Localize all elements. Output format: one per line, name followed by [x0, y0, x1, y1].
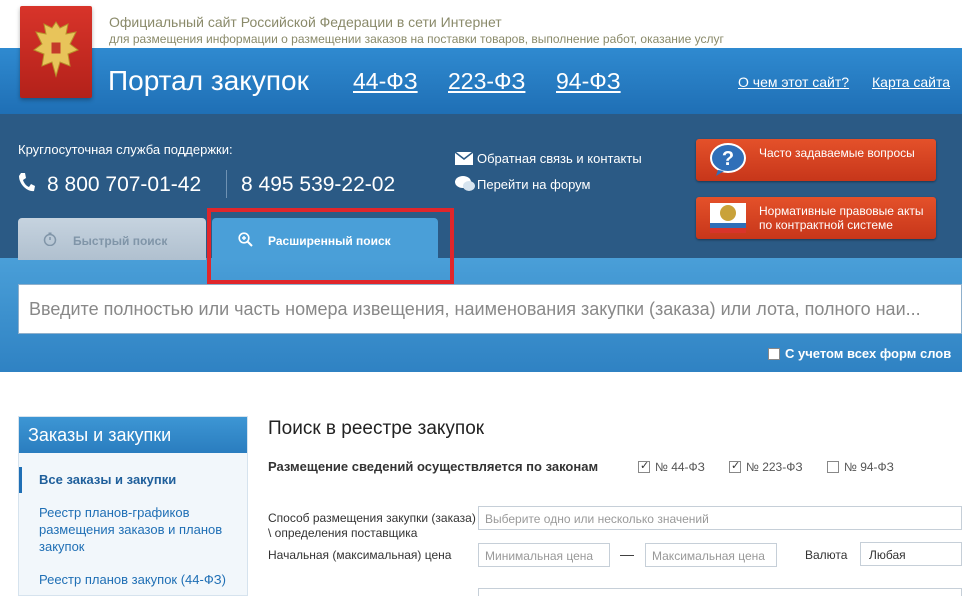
law-checkbox-223[interactable]: № 223-ФЗ — [729, 459, 803, 474]
legal-acts-button[interactable]: Нормативные правовые акты по контрактной… — [696, 197, 936, 239]
question-icon: ? — [708, 143, 748, 180]
portal-title[interactable]: Портал закупок — [108, 65, 309, 97]
sidebar-item-all-orders[interactable]: Все заказы и закупки — [39, 471, 229, 488]
currency-label: Валюта — [805, 548, 848, 562]
law-link-44[interactable]: 44-ФЗ — [353, 68, 418, 95]
law-row-label: Размещение сведений осуществляется по за… — [268, 459, 599, 474]
law-checkbox-94-label: № 94-ФЗ — [844, 460, 894, 474]
method-label: Способ размещения закупки (заказа) \ опр… — [268, 511, 476, 540]
currency-select[interactable]: Любая — [860, 542, 962, 566]
main-header: Портал закупок 44-ФЗ 223-ФЗ 94-ФЗ О чем … — [0, 48, 962, 114]
site-title-line1: Официальный сайт Российской Федерации в … — [109, 14, 502, 30]
faq-button[interactable]: ? Часто задаваемые вопросы — [696, 139, 936, 181]
price-range-dash: — — [620, 546, 634, 562]
phone-number-1[interactable]: 8 800 707-01-42 — [47, 173, 201, 197]
law-checkbox-94-box[interactable] — [827, 461, 839, 473]
forum-link[interactable]: Перейти на форум — [455, 176, 590, 195]
min-price-input[interactable]: Минимальная цена — [478, 543, 610, 567]
envelope-icon — [454, 150, 477, 168]
next-field-input[interactable] — [478, 588, 962, 596]
law-checkbox-44-box[interactable] — [638, 459, 650, 473]
sitemap-link[interactable]: Карта сайта — [872, 74, 950, 90]
law-checkbox-223-label: № 223-ФЗ — [746, 460, 803, 474]
law-link-223[interactable]: 223-ФЗ — [448, 68, 525, 95]
feedback-link[interactable]: Обратная связь и контакты — [454, 150, 642, 168]
law-checkbox-223-box[interactable] — [729, 459, 741, 473]
law-checkbox-94[interactable]: № 94-ФЗ — [827, 460, 894, 474]
stopwatch-icon — [43, 232, 57, 246]
sidebar-title: Заказы и закупки — [19, 417, 247, 453]
law-link-94[interactable]: 94-ФЗ — [556, 68, 621, 95]
law-checkbox-44-label: № 44-ФЗ — [655, 460, 705, 474]
site-title-line2: для размещения информации о размещении з… — [109, 32, 724, 46]
page-title: Поиск в реестре закупок — [268, 418, 485, 439]
svg-text:?: ? — [722, 148, 734, 170]
method-select[interactable]: Выберите одно или несколько значений — [478, 506, 962, 530]
feedback-label: Обратная связь и контакты — [477, 151, 642, 166]
sidebar-item-schedule-plans[interactable]: Реестр планов-графиков размещения заказо… — [39, 504, 229, 555]
tab-quick-search-label: Быстрый поиск — [73, 234, 168, 248]
all-forms-checkbox[interactable]: С учетом всех форм слов — [768, 346, 951, 361]
sidebar: Заказы и закупки Все заказы и закупки Ре… — [18, 416, 248, 596]
double-headed-eagle-icon — [32, 21, 80, 78]
phone-icon — [19, 173, 35, 192]
coat-of-arms-logo[interactable] — [20, 6, 92, 98]
tab-quick-search[interactable]: Быстрый поиск — [18, 218, 206, 260]
page: Официальный сайт Российской Федерации в … — [0, 0, 962, 596]
top-strip: Официальный сайт Российской Федерации в … — [0, 0, 962, 48]
faq-button-label: Часто задаваемые вопросы — [759, 146, 915, 160]
all-forms-checkbox-box[interactable] — [768, 348, 780, 360]
legal-acts-button-label: Нормативные правовые акты по контрактной… — [759, 204, 924, 232]
forum-label: Перейти на форум — [477, 176, 591, 192]
red-highlight-frame — [207, 208, 454, 284]
support-label: Круглосуточная служба поддержки: — [18, 142, 233, 157]
sidebar-item-procurement-plans[interactable]: Реестр планов закупок (44-ФЗ) — [39, 571, 229, 588]
search-band: Введите полностью или часть номера извещ… — [0, 258, 962, 372]
law-checkbox-44[interactable]: № 44-ФЗ — [638, 459, 705, 474]
about-link[interactable]: О чем этот сайт? — [738, 74, 849, 90]
all-forms-label: С учетом всех форм слов — [785, 346, 952, 361]
price-label: Начальная (максимальная) цена — [268, 548, 452, 562]
active-item-marker — [19, 467, 22, 493]
phone-divider — [226, 170, 227, 198]
phone-number-2[interactable]: 8 495 539-22-02 — [241, 173, 395, 197]
emblem-flag-icon — [708, 201, 748, 238]
max-price-input[interactable]: Максимальная цена — [645, 543, 777, 567]
chat-bubbles-icon — [455, 176, 477, 195]
search-input[interactable]: Введите полностью или часть номера извещ… — [18, 284, 962, 334]
